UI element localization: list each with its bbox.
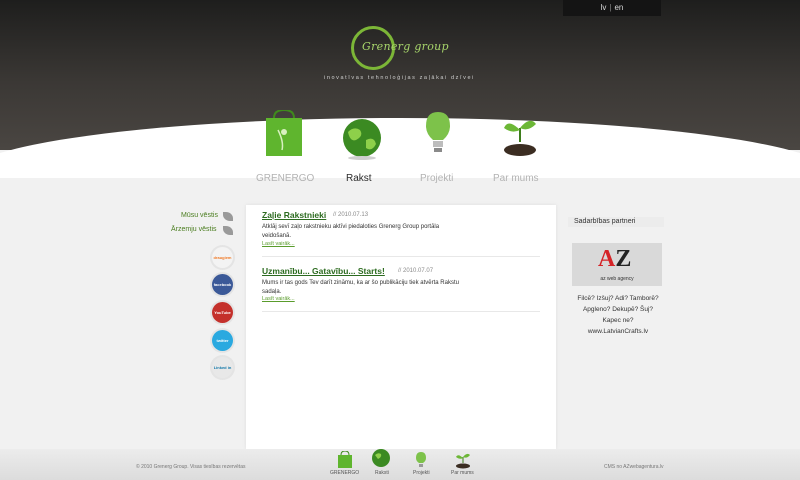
- draugiem-label: draugiem: [213, 255, 232, 260]
- globe-icon[interactable]: [371, 448, 391, 468]
- shopping-bag-icon[interactable]: [262, 110, 308, 158]
- crafts-line[interactable]: Filcē? Izšuj? Adi? Tamborē?: [568, 294, 668, 304]
- shopping-bag-icon[interactable]: [336, 451, 354, 469]
- read-more-link[interactable]: Lasīt vairāk...: [262, 296, 295, 302]
- footer-copyright: © 2010 Grenerg Group. Visas tiesības rez…: [136, 464, 246, 470]
- footer-nav-projekti[interactable]: Projekti: [413, 470, 430, 476]
- youtube-icon[interactable]: YouTube: [212, 302, 233, 323]
- globe-icon[interactable]: [340, 118, 384, 160]
- lang-separator: |: [609, 3, 612, 12]
- crafts-line[interactable]: Kapec ne?: [568, 316, 668, 326]
- sprout-icon[interactable]: [455, 451, 471, 469]
- nav-grenergo[interactable]: GRENERGO: [256, 173, 314, 184]
- sprout-icon[interactable]: [500, 114, 540, 158]
- az-banner-caption: az web agency: [600, 276, 634, 282]
- footer-cms-link[interactable]: CMS no AZwebagentura.lv: [604, 464, 663, 470]
- article-title[interactable]: Zaļie Rakstnieki: [262, 210, 326, 220]
- twitter-label: twitter: [216, 338, 229, 343]
- az-web-agency-banner[interactable]: AZ az web agency: [572, 243, 662, 286]
- draugiem-icon[interactable]: draugiem: [212, 247, 233, 268]
- lightbulb-icon[interactable]: [424, 110, 452, 158]
- linkedin-icon[interactable]: Linked in: [212, 357, 233, 378]
- article-excerpt: Mums ir tas gods Tev darīt zināmu, ka ar…: [262, 280, 459, 295]
- article-excerpt: Atklāj sevī zaļo rakstnieku aktīvi pieda…: [262, 224, 440, 239]
- leaf-icon: [223, 212, 233, 221]
- article-title[interactable]: Uzmanību... Gatavību... Starts!: [262, 266, 385, 276]
- youtube-label: YouTube: [214, 310, 231, 315]
- article-date: // 2010.07.13: [333, 212, 369, 218]
- nav-projekti[interactable]: Projekti: [420, 173, 453, 184]
- partners-title: Sadarbības partneri: [568, 217, 664, 227]
- site-footer: [0, 449, 800, 480]
- sidebar-link-musu-vestis[interactable]: Mūsu vēstis: [181, 212, 218, 219]
- facebook-label: facebook: [213, 282, 232, 287]
- read-more-link[interactable]: Lasīt vairāk...: [262, 241, 295, 247]
- lang-en-link[interactable]: en: [614, 3, 623, 12]
- sidebar-link-arzemju-vestis[interactable]: Ārzemju vēstis: [171, 226, 217, 233]
- twitter-icon[interactable]: twitter: [212, 330, 233, 351]
- crafts-url[interactable]: www.LatvianCrafts.lv: [568, 327, 668, 337]
- crafts-line[interactable]: Apgleno? Dekupē? Šuj?: [568, 305, 668, 315]
- facebook-icon[interactable]: facebook: [212, 274, 233, 295]
- nav-par-mums[interactable]: Par mums: [493, 173, 539, 184]
- lang-lv-link[interactable]: lv: [601, 3, 607, 12]
- tagline: inovatīvas tehnoloģijas zaļākai dzīvei: [324, 75, 475, 81]
- footer-nav-par-mums[interactable]: Par mums: [451, 470, 474, 476]
- language-switcher: lv | en: [563, 0, 661, 16]
- linkedin-label: Linked in: [213, 365, 232, 370]
- article-divider: [262, 311, 540, 312]
- az-logo-icon: AZ: [598, 246, 632, 272]
- article-divider: [262, 256, 540, 257]
- footer-nav-raksti[interactable]: Raksti: [375, 470, 389, 476]
- lightbulb-icon[interactable]: [415, 451, 427, 469]
- footer-nav-grenergo[interactable]: GRENERGO: [330, 470, 359, 476]
- logo-text[interactable]: Grenerg group: [362, 40, 449, 53]
- article-date: // 2010.07.07: [398, 268, 434, 274]
- leaf-icon: [223, 226, 233, 235]
- nav-raksti[interactable]: Rakst: [346, 173, 372, 184]
